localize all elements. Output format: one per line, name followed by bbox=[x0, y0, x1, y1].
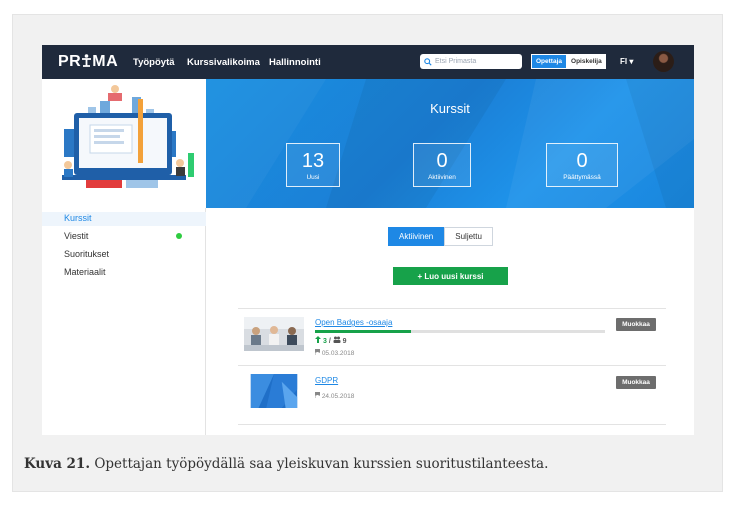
course-progress-fill bbox=[315, 330, 411, 333]
course-date: 05.03.2018 bbox=[314, 348, 355, 357]
course-progress-bar bbox=[315, 330, 605, 333]
search-icon bbox=[424, 57, 432, 66]
language-selector[interactable]: FI ▾ bbox=[620, 57, 633, 66]
users-icon bbox=[333, 336, 341, 343]
create-course-button[interactable]: + Luo uusi kurssi bbox=[393, 267, 508, 285]
completed-count: 3 bbox=[322, 338, 327, 345]
course-date: 24.05.2018 bbox=[314, 391, 355, 400]
course-status-tabs: Aktiivinen Suljettu bbox=[388, 227, 493, 246]
nav-link-kurssivalikoima[interactable]: Kurssivalikoima bbox=[187, 57, 260, 68]
course-row: Open Badges -osaaja 3 / 9 05.03.2018 Muo… bbox=[238, 308, 666, 365]
logo-accent: MA bbox=[92, 53, 119, 70]
tab-aktiivinen[interactable]: Aktiivinen bbox=[388, 227, 445, 246]
stat-new-value: 13 bbox=[301, 150, 325, 172]
prima-logo[interactable]: PR MA bbox=[58, 53, 118, 71]
caption-text: Opettajan työpöydällä saa yleiskuvan kur… bbox=[90, 456, 549, 472]
nav-link-hallinnointi[interactable]: Hallinnointi bbox=[269, 57, 321, 68]
search-input[interactable]: Etsi Primasta bbox=[420, 54, 522, 69]
logo-text: PR bbox=[58, 53, 82, 70]
course-title-link[interactable]: Open Badges -osaaja bbox=[315, 318, 392, 327]
stat-new-label: Uusi bbox=[306, 174, 320, 181]
courses-hero: Kurssit 13 Uusi 0 Aktiivinen 0 Päättymäs… bbox=[206, 79, 694, 208]
caption-label: Kuva 21. bbox=[24, 456, 91, 472]
sidebar-item-viestit[interactable]: Viestit bbox=[64, 231, 88, 241]
tab-suljettu[interactable]: Suljettu bbox=[444, 227, 493, 246]
participant-count: 9 bbox=[342, 338, 347, 345]
dashboard-illustration bbox=[42, 79, 206, 208]
nav-link-tyopoyta[interactable]: Työpöytä bbox=[133, 57, 175, 68]
search-placeholder: Etsi Primasta bbox=[435, 58, 477, 65]
edit-course-button[interactable]: Muokkaa bbox=[616, 318, 656, 331]
stat-active-value: 0 bbox=[436, 150, 448, 172]
top-navigation: PR MA Työpöytä Kurssivalikoima Hallinnoin… bbox=[42, 45, 694, 79]
hero-title: Kurssit bbox=[430, 101, 470, 116]
app-window: PR MA Työpöytä Kurssivalikoima Hallinnoin… bbox=[42, 45, 694, 435]
user-avatar[interactable] bbox=[653, 51, 674, 72]
course-thumbnail[interactable] bbox=[244, 317, 304, 351]
course-row: GDPR 24.05.2018 Muokkaa bbox=[238, 365, 666, 425]
stat-active-label: Aktiivinen bbox=[428, 174, 456, 181]
course-title-link[interactable]: GDPR bbox=[315, 376, 338, 385]
role-student-button[interactable]: Opiskelija bbox=[567, 54, 606, 69]
edit-course-button[interactable]: Muokkaa bbox=[616, 376, 656, 389]
sidebar: Kurssit Viestit Suoritukset Materiaalit bbox=[42, 208, 206, 435]
stat-ending[interactable]: 0 Päättymässä bbox=[546, 143, 618, 187]
sidebar-item-materiaalit[interactable]: Materiaalit bbox=[64, 267, 106, 277]
arrow-up-icon bbox=[315, 336, 321, 343]
unread-indicator bbox=[176, 233, 182, 239]
course-date-value: 05.03.2018 bbox=[321, 350, 355, 357]
workspace-illustration-icon bbox=[62, 85, 194, 188]
flag-icon bbox=[314, 348, 321, 355]
course-thumbnail[interactable] bbox=[244, 374, 304, 408]
course-date-value: 24.05.2018 bbox=[321, 393, 355, 400]
stat-new[interactable]: 13 Uusi bbox=[286, 143, 340, 187]
sidebar-item-kurssit[interactable]: Kurssit bbox=[64, 213, 92, 223]
figure-caption: Kuva 21. Opettajan työpöydällä saa yleis… bbox=[24, 456, 548, 472]
stat-ending-label: Päättymässä bbox=[563, 174, 601, 181]
stat-ending-value: 0 bbox=[576, 150, 588, 172]
flag-icon bbox=[314, 391, 321, 398]
stat-active[interactable]: 0 Aktiivinen bbox=[413, 143, 471, 187]
logo-figure-icon bbox=[82, 54, 92, 67]
role-toggle: Opettaja Opiskelija bbox=[531, 54, 606, 69]
role-teacher-button[interactable]: Opettaja bbox=[531, 54, 568, 69]
sidebar-item-suoritukset[interactable]: Suoritukset bbox=[64, 249, 109, 259]
completion-counts: 3 / 9 bbox=[315, 336, 347, 345]
